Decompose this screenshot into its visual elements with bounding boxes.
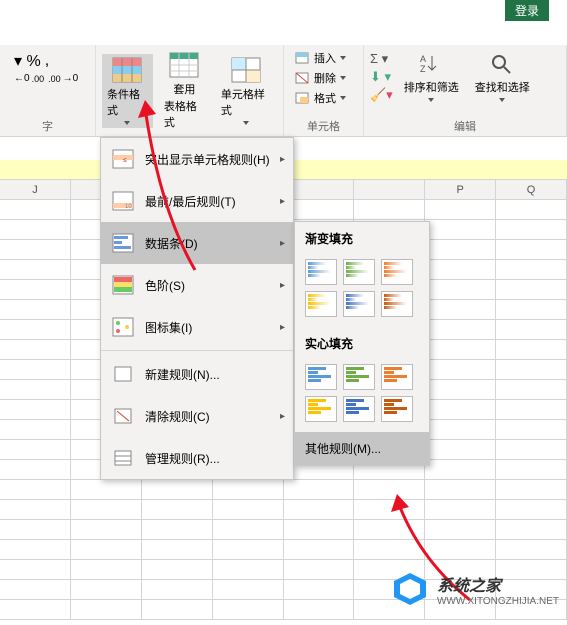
ribbon: ▾ % , ←0.00 .00→0 字 条件格式 套用 表格格式: [0, 45, 567, 137]
accounting-dropdown[interactable]: ▾ %: [14, 51, 41, 71]
watermark: 系统之家 WWW.XITONGZHIJIA.NET: [389, 571, 559, 607]
annotation-arrow-1: [120, 90, 220, 280]
format-button[interactable]: 格式: [290, 89, 357, 107]
data-bars-submenu: 渐变填充 实心填充 其他规则(M)...: [294, 221, 430, 466]
login-button[interactable]: 登录: [505, 0, 549, 21]
delete-button[interactable]: 删除: [290, 69, 357, 87]
databar-swatch[interactable]: [343, 259, 375, 285]
clear-button[interactable]: 🧹▾: [370, 87, 393, 103]
gradient-fill-header: 渐变填充: [295, 222, 429, 255]
sort-filter-button[interactable]: AZ 排序和筛选: [399, 49, 464, 105]
cell-style-label: 单元格样式: [221, 86, 272, 118]
col-header[interactable]: Q: [496, 180, 567, 199]
databar-swatch[interactable]: [305, 396, 337, 422]
cells-group-label: 单元格: [290, 116, 357, 136]
conditional-format-icon: [112, 57, 142, 83]
databar-swatch[interactable]: [305, 291, 337, 317]
databar-swatch[interactable]: [343, 364, 375, 390]
cell-style-icon: [231, 57, 261, 83]
insert-button[interactable]: 插入: [290, 49, 357, 67]
sort-filter-icon: AZ: [418, 52, 444, 76]
autosum-button[interactable]: Σ ▾: [370, 51, 393, 67]
find-select-button[interactable]: 查找和选择: [470, 49, 535, 105]
databar-swatch[interactable]: [343, 291, 375, 317]
databar-swatch[interactable]: [381, 259, 413, 285]
databar-swatch[interactable]: [381, 291, 413, 317]
fill-button[interactable]: ⬇ ▾: [370, 69, 393, 85]
increase-decimal[interactable]: ←0.00: [14, 73, 44, 84]
cell-style-button[interactable]: 单元格样式: [216, 54, 277, 128]
col-header[interactable]: P: [425, 180, 496, 199]
solid-fill-header: 实心填充: [295, 327, 429, 360]
col-header[interactable]: J: [0, 180, 71, 199]
databar-swatch[interactable]: [381, 364, 413, 390]
menu-icon-sets[interactable]: 图标集(I)▸: [101, 306, 293, 348]
databar-swatch[interactable]: [305, 259, 337, 285]
edit-group-label: 编辑: [370, 116, 560, 136]
menu-clear-rules[interactable]: 清除规则(C)▸: [101, 395, 293, 437]
databar-swatch[interactable]: [343, 396, 375, 422]
menu-manage-rules[interactable]: 管理规则(R)...: [101, 437, 293, 479]
decrease-decimal[interactable]: .00→0: [48, 73, 78, 84]
databar-swatch[interactable]: [381, 396, 413, 422]
svg-text:A: A: [420, 54, 426, 64]
more-rules-button[interactable]: 其他规则(M)...: [295, 432, 429, 465]
find-select-icon: [489, 52, 515, 76]
comma-style[interactable]: ,: [45, 52, 49, 70]
table-format-icon: [169, 52, 199, 78]
col-header[interactable]: [354, 180, 425, 199]
svg-text:Z: Z: [420, 64, 426, 74]
col-header[interactable]: [284, 180, 355, 199]
databar-swatch[interactable]: [305, 364, 337, 390]
watermark-logo-icon: [389, 571, 431, 607]
menu-new-rule[interactable]: 新建规则(N)...: [101, 353, 293, 395]
number-group-label: 字: [6, 116, 89, 136]
